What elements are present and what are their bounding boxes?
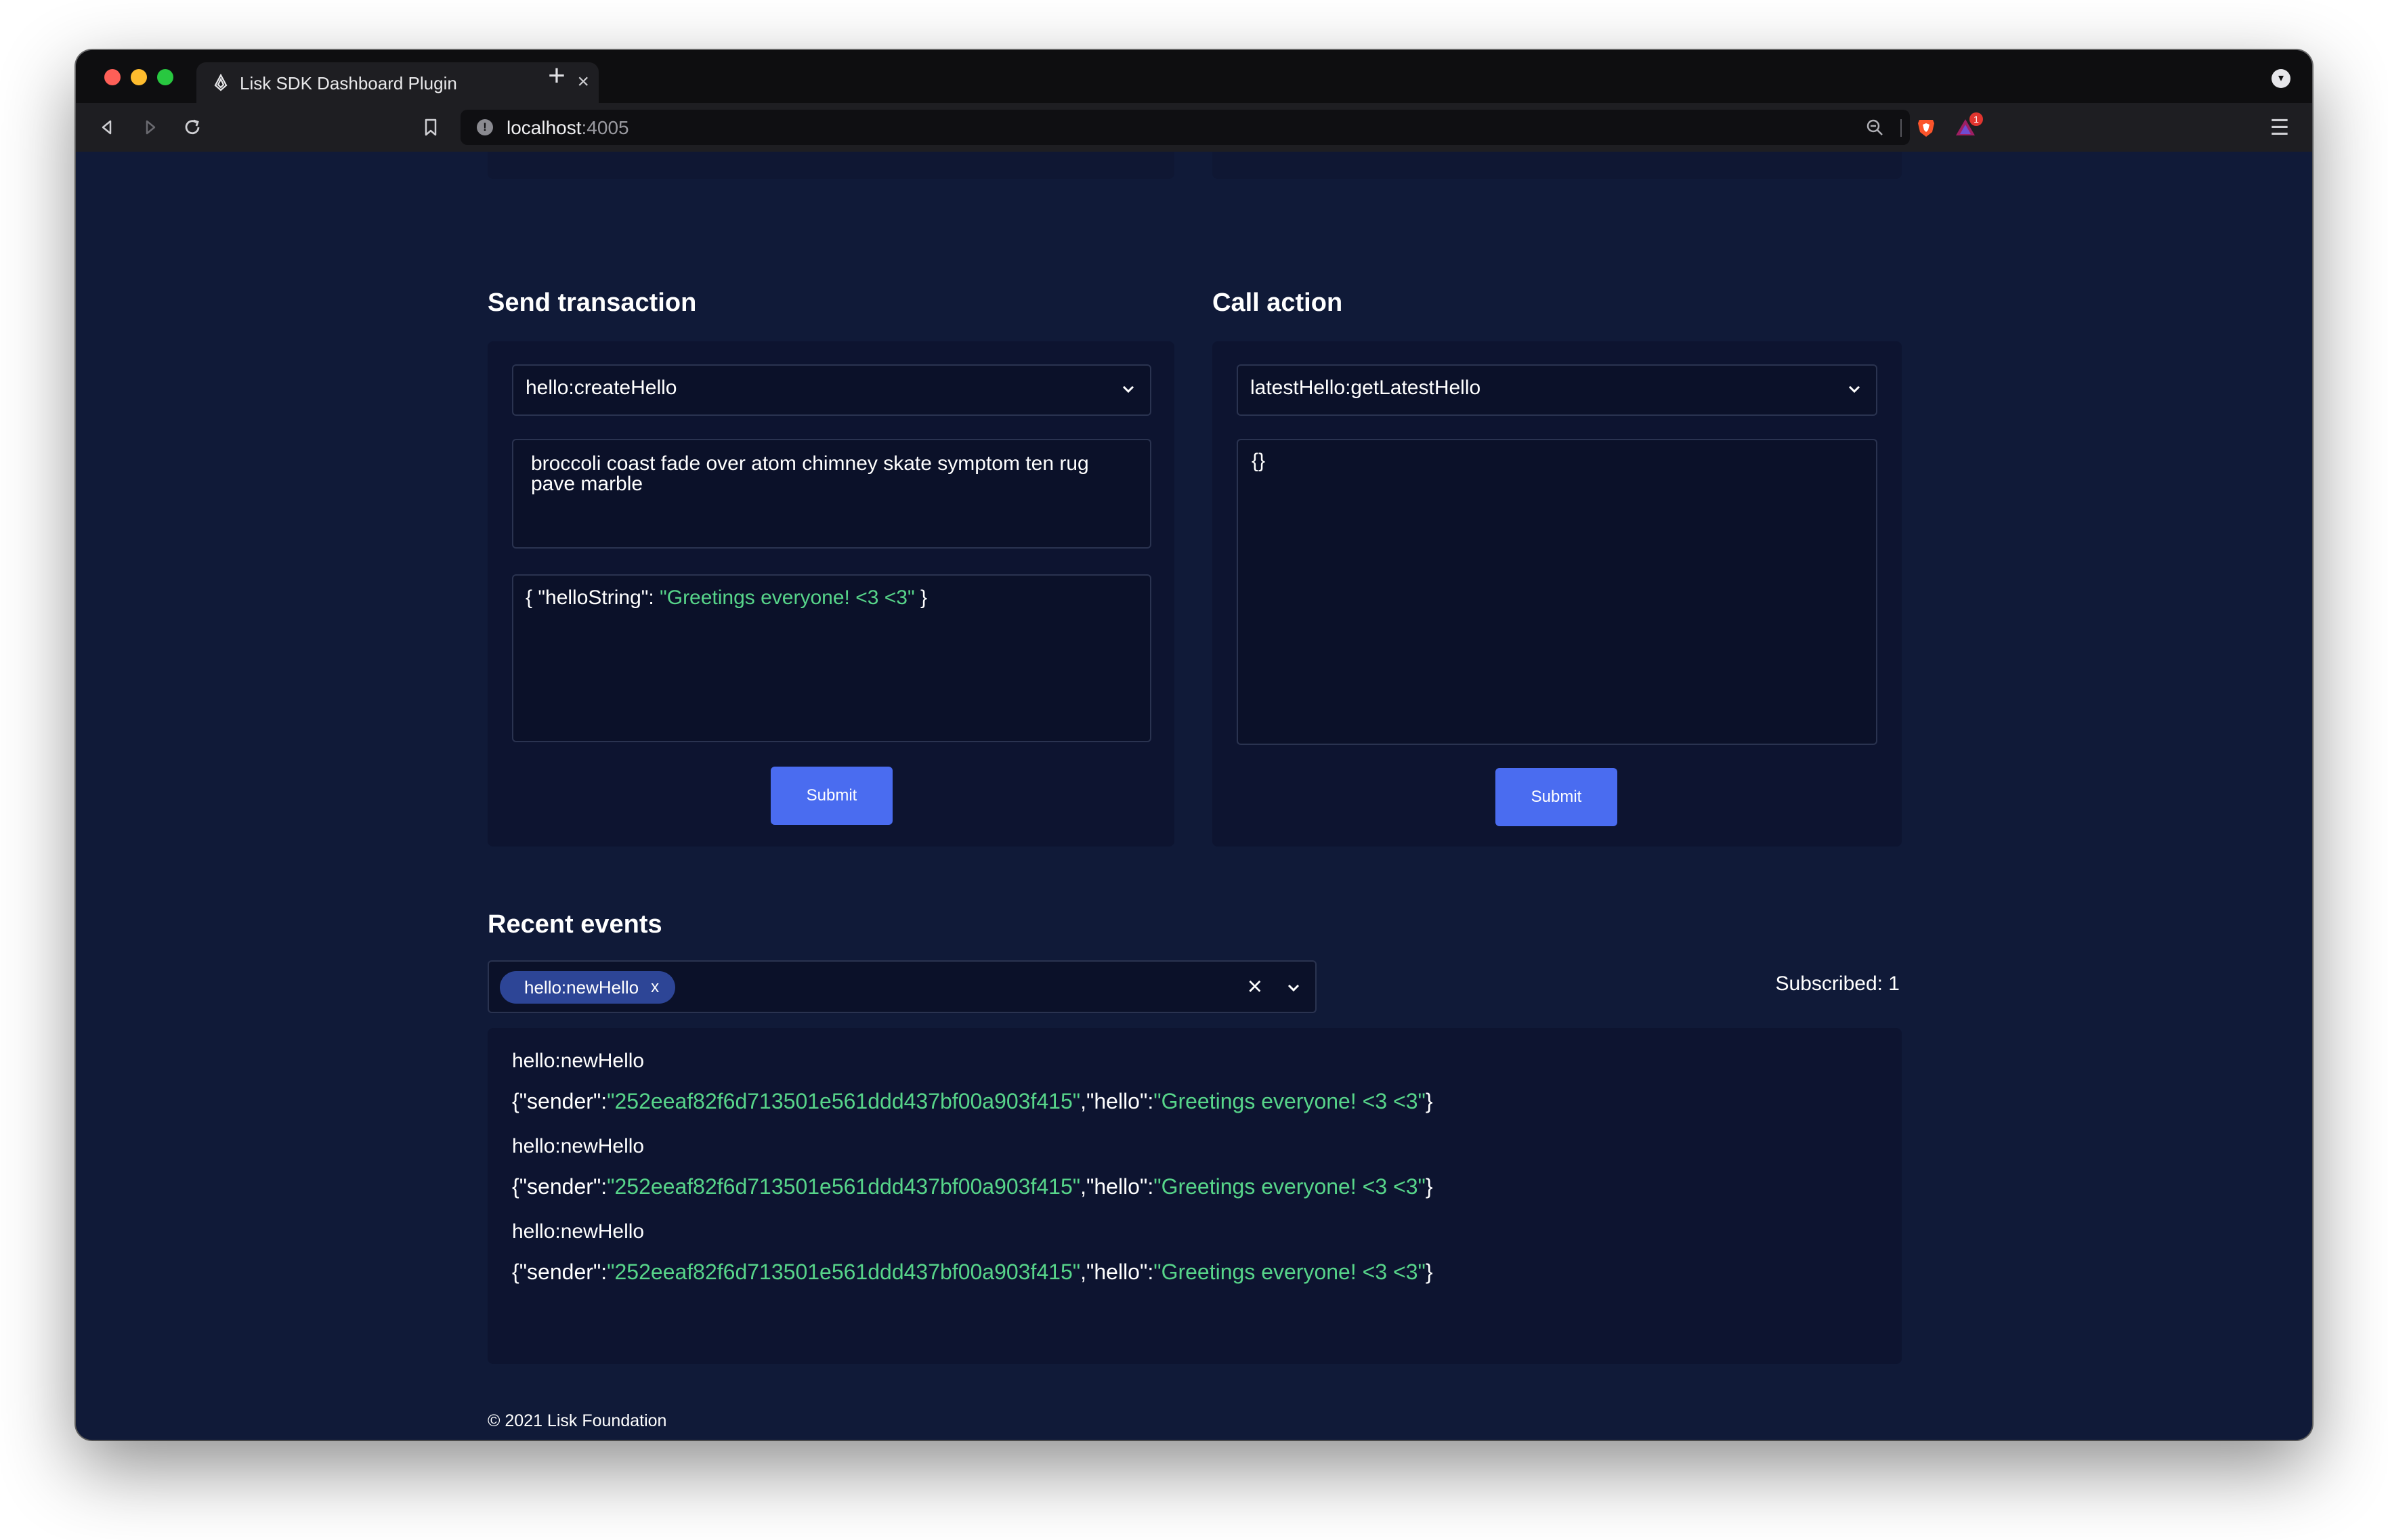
call-action-title: Call action bbox=[1212, 288, 1343, 317]
hamburger-menu-icon[interactable]: ☰ bbox=[2267, 115, 2292, 140]
event-name: hello:newHello bbox=[512, 1050, 645, 1072]
event-sender: "252eeaf82f6d713501e561ddd437bf00a903f41… bbox=[607, 1089, 1081, 1113]
event-sender: "252eeaf82f6d713501e561ddd437bf00a903f41… bbox=[607, 1260, 1081, 1284]
event-filter-select[interactable]: hello:newHello x × bbox=[488, 960, 1317, 1013]
event-hello: "Greetings everyone! <3 <3" bbox=[1153, 1089, 1426, 1113]
forward-icon[interactable] bbox=[138, 115, 163, 140]
close-window-button[interactable] bbox=[104, 69, 121, 85]
event-json-key: ,"hello": bbox=[1080, 1260, 1154, 1284]
event-name: hello:newHello bbox=[512, 1220, 645, 1243]
site-info-icon[interactable]: ! bbox=[477, 119, 493, 135]
recent-events-title: Recent events bbox=[488, 910, 662, 939]
tab-search-chevron-icon[interactable]: ▾ bbox=[2272, 69, 2290, 88]
event-json-close: } bbox=[1425, 1174, 1433, 1199]
url-text[interactable]: localhost:4005 bbox=[507, 117, 629, 139]
reload-icon[interactable] bbox=[180, 115, 205, 140]
call-action-card: latestHello:getLatestHello {} Submit bbox=[1212, 341, 1902, 847]
event-hello: "Greetings everyone! <3 <3" bbox=[1153, 1260, 1426, 1284]
dashboard-page: Send transaction hello:createHello brocc… bbox=[76, 152, 2312, 1440]
back-icon[interactable] bbox=[95, 115, 119, 140]
events-list: hello:newHello {"sender":"252eeaf82f6d71… bbox=[488, 1028, 1902, 1364]
event-name: hello:newHello bbox=[512, 1135, 645, 1157]
event-data: {"sender":"252eeaf82f6d713501e561ddd437b… bbox=[512, 1260, 1433, 1285]
clear-selection-icon[interactable]: × bbox=[1248, 972, 1262, 1001]
send-transaction-title: Send transaction bbox=[488, 288, 697, 317]
brave-rewards-icon[interactable]: 1 bbox=[1955, 112, 1983, 140]
remove-chip-icon[interactable]: x bbox=[651, 978, 659, 997]
tab-title: Lisk SDK Dashboard Plugin bbox=[240, 73, 457, 93]
brave-shields-icon[interactable] bbox=[1914, 115, 1938, 140]
action-params-text: {} bbox=[1252, 450, 1266, 472]
event-json-open: {"sender": bbox=[512, 1174, 607, 1199]
bookmark-icon[interactable] bbox=[419, 115, 443, 140]
chevron-down-icon[interactable] bbox=[1119, 379, 1138, 398]
event-json-open: {"sender": bbox=[512, 1260, 607, 1284]
rewards-badge: 1 bbox=[1969, 112, 1983, 126]
event-chip-label: hello:newHello bbox=[524, 977, 639, 998]
passphrase-text: broccoli coast fade over atom chimney sk… bbox=[531, 452, 1089, 495]
subscribed-count: Subscribed: 1 bbox=[1775, 972, 1900, 995]
zoom-icon[interactable] bbox=[1864, 116, 1885, 138]
passphrase-field[interactable]: broccoli coast fade over atom chimney sk… bbox=[512, 439, 1151, 549]
previous-card-bottom-right bbox=[1212, 152, 1902, 179]
url-port: :4005 bbox=[581, 117, 629, 138]
footer-copyright: © 2021 Lisk Foundation bbox=[488, 1411, 667, 1430]
command-select-value: hello:createHello bbox=[526, 377, 677, 399]
address-bar[interactable]: ! localhost:4005 1 bbox=[461, 110, 1983, 145]
command-select[interactable]: hello:createHello bbox=[512, 364, 1151, 416]
event-chip[interactable]: hello:newHello x bbox=[500, 971, 676, 1004]
event-data: {"sender":"252eeaf82f6d713501e561ddd437b… bbox=[512, 1089, 1433, 1114]
address-bar-divider bbox=[1900, 119, 1902, 137]
call-action-submit-button[interactable]: Submit bbox=[1495, 768, 1617, 826]
url-host: localhost bbox=[507, 117, 582, 138]
maximize-window-button[interactable] bbox=[157, 69, 173, 85]
new-tab-button[interactable]: + bbox=[536, 56, 577, 96]
event-hello: "Greetings everyone! <3 <3" bbox=[1153, 1174, 1426, 1199]
event-json-close: } bbox=[1425, 1089, 1433, 1113]
browser-toolbar: ! localhost:4005 1 ☰ bbox=[76, 103, 2312, 152]
lisk-logo-icon bbox=[214, 73, 228, 91]
chevron-down-icon[interactable] bbox=[1845, 379, 1864, 398]
event-json-close: } bbox=[1425, 1260, 1433, 1284]
chevron-down-icon[interactable] bbox=[1284, 978, 1303, 997]
event-json-key: ,"hello": bbox=[1080, 1174, 1154, 1199]
event-sender: "252eeaf82f6d713501e561ddd437bf00a903f41… bbox=[607, 1174, 1081, 1199]
event-json-open: {"sender": bbox=[512, 1089, 607, 1113]
action-select[interactable]: latestHello:getLatestHello bbox=[1237, 364, 1877, 416]
params-json-prefix: { "helloString": bbox=[526, 586, 660, 609]
params-json-string: "Greetings everyone! <3 <3" bbox=[660, 586, 915, 609]
action-params-editor[interactable]: {} bbox=[1237, 439, 1877, 745]
event-data: {"sender":"252eeaf82f6d713501e561ddd437b… bbox=[512, 1174, 1433, 1199]
transaction-params-editor[interactable]: { "helloString": "Greetings everyone! <3… bbox=[512, 574, 1151, 742]
tab-close-icon[interactable]: × bbox=[577, 70, 589, 93]
send-transaction-submit-button[interactable]: Submit bbox=[771, 767, 893, 825]
action-select-value: latestHello:getLatestHello bbox=[1250, 377, 1481, 399]
minimize-window-button[interactable] bbox=[131, 69, 147, 85]
previous-card-bottom bbox=[488, 152, 1174, 179]
tab-bar: Lisk SDK Dashboard Plugin × + ▾ bbox=[76, 50, 2312, 103]
browser-window: Lisk SDK Dashboard Plugin × + ▾ ! localh… bbox=[76, 50, 2312, 1440]
params-json-suffix: } bbox=[914, 586, 927, 609]
send-transaction-card: hello:createHello broccoli coast fade ov… bbox=[488, 341, 1174, 847]
event-json-key: ,"hello": bbox=[1080, 1089, 1154, 1113]
